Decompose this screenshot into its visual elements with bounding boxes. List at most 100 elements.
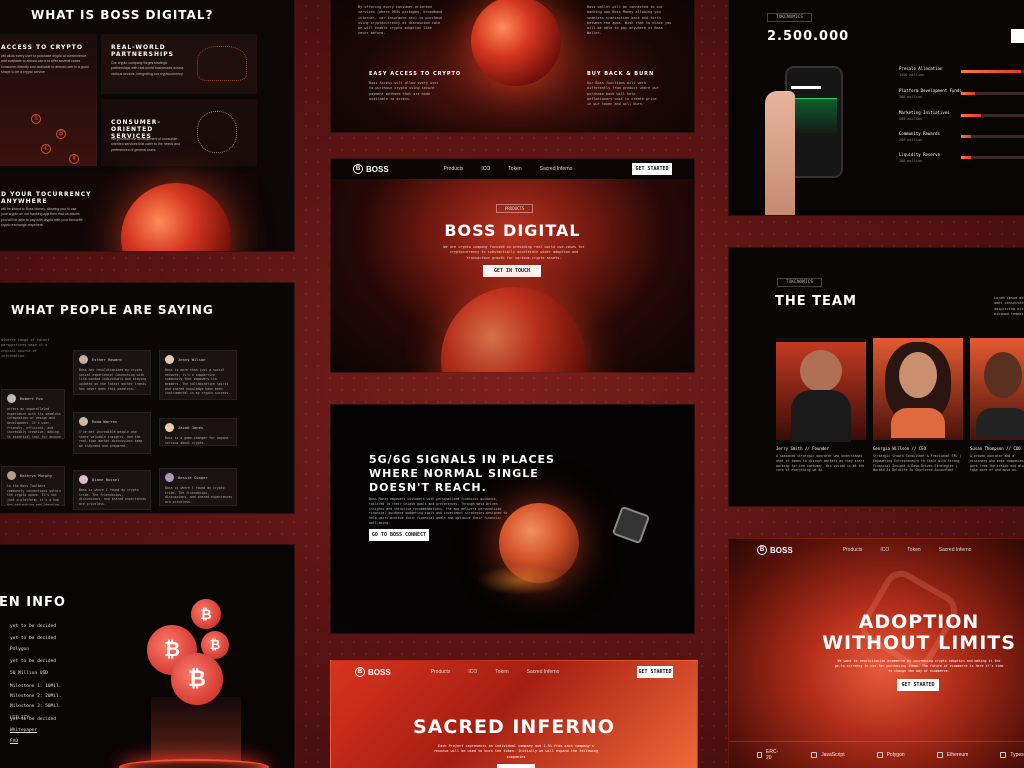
nav-products[interactable]: Products <box>843 547 863 553</box>
hero-title: BOSS DIGITAL <box>444 221 581 240</box>
nav-sacred-inferno[interactable]: Sacred Inferno <box>540 166 573 172</box>
ease-right-title: BUY BACK & BURN <box>587 71 655 77</box>
tech-icon <box>811 751 818 758</box>
testimonial-name: Bessie Cooper <box>178 475 208 480</box>
get-started-button[interactable]: GET STARTED <box>632 163 672 175</box>
adoption-title-line2: WITHOUT LIMITS <box>822 632 1016 654</box>
hero-nav: B BOSS Products ICO Token Sacred Inferno… <box>331 159 694 179</box>
about-card-text: will allow every user to purchase crypto… <box>1 54 89 74</box>
testimonial-text: I've met incredible people who share val… <box>79 430 143 448</box>
tech-item: Typescript <box>1000 751 1024 758</box>
about-card-text: will be linked to Boss Money, allowing y… <box>1 207 83 227</box>
testimonial-card: Esther Howard Boss has revolutionized my … <box>73 350 151 395</box>
team-card-susan <box>970 338 1024 440</box>
avatar <box>984 352 1022 398</box>
tech-label: Polygon <box>886 751 905 758</box>
about-title: WHAT IS BOSS DIGITAL? <box>31 8 214 22</box>
boss-connect-button[interactable]: GO TO BOSS CONNECT <box>369 529 429 541</box>
tech-label: ERC-20 <box>765 748 779 761</box>
about-card-title: REAL-WORLD PARTNERSHIPS <box>111 44 174 59</box>
tech-icon <box>876 751 883 758</box>
team-panel: TOKENOMICS THE TEAM Lorem ipsum dolor si… <box>728 247 1024 507</box>
avatar <box>165 355 174 364</box>
nav-products[interactable]: Products <box>444 166 464 172</box>
pedestal <box>119 759 269 768</box>
get-in-touch-button[interactable]: GET IN TOUCH <box>483 265 541 277</box>
tech-item: JavaScript <box>811 751 845 758</box>
coin-icon: ₿ <box>56 129 66 139</box>
logo-icon: B <box>757 545 767 555</box>
logo-icon: B <box>353 164 363 174</box>
adoption-title-line1: ADOPTION <box>858 611 980 633</box>
testimonial-name: Diane Russel <box>92 477 120 482</box>
nav-ico[interactable]: ICO <box>481 166 490 172</box>
team-name: Jerry Smith // Founder <box>776 446 829 451</box>
testimonial-text: Boss is where I found my crypto tribe. T… <box>165 486 233 504</box>
tokenomics-bar <box>961 92 1024 95</box>
avatar <box>899 352 937 398</box>
token-info-value: Polygon <box>10 647 29 652</box>
brain-icon <box>197 111 237 153</box>
testimonial-card: Jacob Jones Boss is a game-changer for an… <box>159 418 237 446</box>
logo-text: BOSS <box>770 545 793 555</box>
team-side-text: Lorem ipsum dolor sit amet consectetur a… <box>994 296 1024 316</box>
nav-ico[interactable]: ICO <box>468 669 477 675</box>
phone-header <box>791 86 821 89</box>
token-info-link[interactable]: FAQ <box>10 739 18 744</box>
logo[interactable]: B BOSS <box>355 667 391 677</box>
inferno-button[interactable] <box>497 764 535 768</box>
token-info-value: yet to be decided <box>10 659 57 664</box>
nav-products[interactable]: Products <box>431 669 451 675</box>
nav-sacred-inferno[interactable]: Sacred Inferno <box>939 547 972 553</box>
token-info-link[interactable]: UTILITY <box>10 716 29 721</box>
testimonial-card: Robert Fox offers an unparalleled experie… <box>1 389 65 439</box>
tokenomics-row-label: Community Rewards <box>899 131 940 136</box>
tokenomics-bar <box>961 135 1024 138</box>
team-bio: A proven operator and a visionary who ma… <box>970 454 1024 473</box>
about-card-crypto: ACCESS TO CRYPTO will allow every user t… <box>0 34 97 166</box>
testimonial-name: Robert Fox <box>20 396 43 401</box>
about-card-partnerships: REAL-WORLD PARTNERSHIPS Our crypto compa… <box>101 34 257 94</box>
token-info-link[interactable]: Whitepaper <box>10 728 37 733</box>
logo-text: BOSS <box>368 667 391 677</box>
nav-token[interactable]: Token <box>508 166 521 172</box>
tokenomics-bar-fill <box>961 135 971 138</box>
about-card-title: D YOUR TOCURRENCY ANYWHERE <box>1 191 92 206</box>
logo[interactable]: B BOSS <box>353 164 389 174</box>
testimonial-name: Esther Howard <box>92 357 122 362</box>
avatar <box>7 471 16 480</box>
globe-image <box>471 0 561 86</box>
testimonial-text: Boss is a game-changer for anyone seriou… <box>165 436 229 445</box>
avatar <box>79 475 88 484</box>
phone-chart <box>791 98 837 133</box>
avatar-body <box>891 408 945 438</box>
tokenomics-panel: TOKENOMICS 2.500.000 Presale Allocation 1… <box>728 0 1024 216</box>
testimonial-text: Boss has revolutionized my crypto social… <box>79 368 147 391</box>
adoption-text: We want to revolutionize ecommerce by in… <box>834 659 1004 673</box>
tokenomics-bar-fill <box>961 114 981 117</box>
nav-token[interactable]: Token <box>907 547 920 553</box>
tech-icon <box>936 751 943 758</box>
nav-sacred-inferno[interactable]: Sacred Inferno <box>527 669 560 675</box>
tokenomics-badge-box <box>1011 29 1024 43</box>
logo[interactable]: B BOSS <box>757 545 793 555</box>
nav-token[interactable]: Token <box>495 669 508 675</box>
testimonial-text: Boss is more than just a social network;… <box>165 368 231 396</box>
testimonial-card: Diane Russel Boss is where I found my cry… <box>73 470 151 510</box>
testimonials-title: WHAT PEOPLE ARE SAYING <box>11 303 214 317</box>
token-info-value: Milestone 3: 50Mil. <box>10 704 62 709</box>
testimonials-panel: WHAT PEOPLE ARE SAYING diverse range of … <box>0 282 295 514</box>
tech-item: ERC-20 <box>757 749 779 761</box>
avatar-body <box>791 390 851 442</box>
avatar <box>800 350 842 392</box>
tech-icon <box>757 751 762 758</box>
testimonial-name: Roda Warren <box>92 419 118 424</box>
nav-ico[interactable]: ICO <box>880 547 889 553</box>
get-started-button[interactable]: GET STARTED <box>637 666 673 678</box>
coin-icon: ₿ <box>191 599 221 629</box>
tech-label: JavaScript <box>821 751 845 758</box>
ease-left-text: Boss Access will allow every user to pur… <box>369 81 439 101</box>
testimonials-intro: diverse range of talent perspectives mak… <box>1 338 50 358</box>
get-started-button[interactable]: GET STARTED <box>897 679 939 691</box>
satellite-image <box>611 505 651 545</box>
